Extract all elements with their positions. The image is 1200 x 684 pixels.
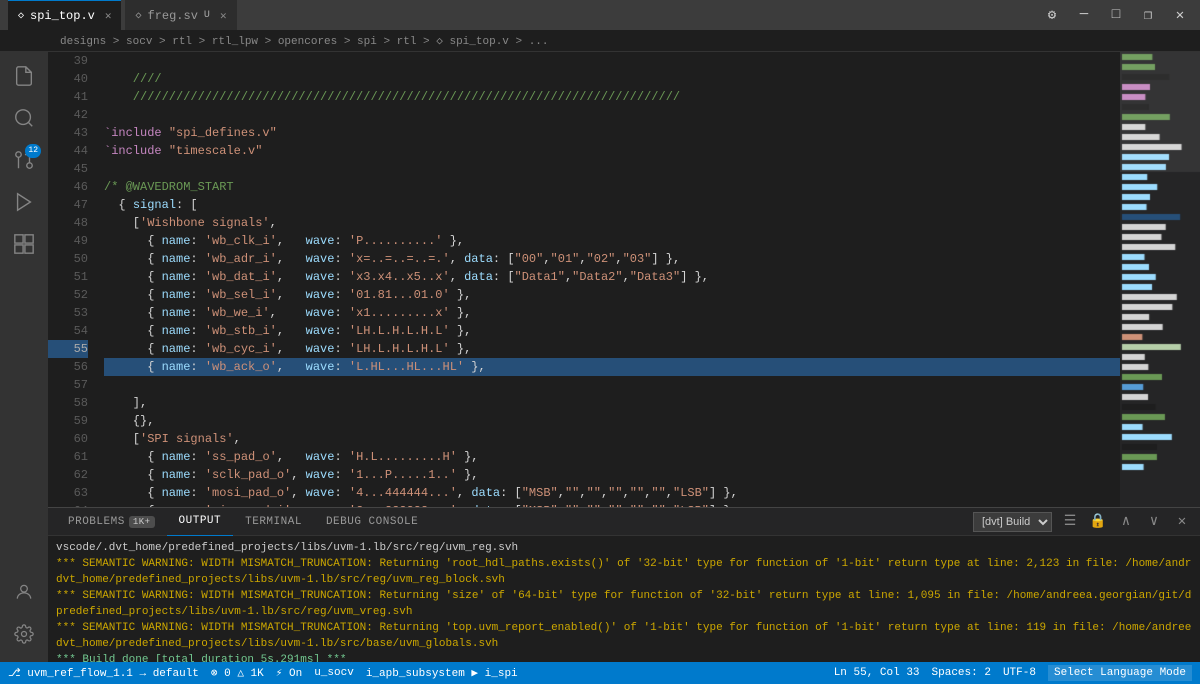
- sidebar-item-search[interactable]: [4, 98, 44, 138]
- status-user[interactable]: u_socv: [314, 667, 354, 679]
- status-bar: ⎇ uvm_ref_flow_1.1 → default ⊗ 0 △ 1K ⚡ …: [0, 662, 1200, 684]
- file-icon: ◇: [135, 10, 141, 22]
- output-line: vscode/.dvt_home/predefined_projects/lib…: [56, 540, 1192, 556]
- title-actions: ⚙ ─ □ ❐ ✕: [1040, 3, 1192, 27]
- bottom-panel: PROBLEMS 1K+ OUTPUT TERMINAL DEBUG CONSO…: [48, 507, 1200, 662]
- breadcrumb-path[interactable]: designs > socv > rtl > rtl_lpw > opencor…: [60, 34, 549, 48]
- tab-spi-top-v[interactable]: ◇ spi_top.v ✕: [8, 0, 121, 30]
- panel-tabs: PROBLEMS 1K+ OUTPUT TERMINAL DEBUG CONSO…: [48, 508, 1200, 536]
- main-area: 12 3940414243 4445464748 4950515253 5455…: [0, 52, 1200, 662]
- accounts-icon[interactable]: [4, 572, 44, 612]
- status-breadcrumb[interactable]: i_apb_subsystem ▶ i_spi: [366, 666, 518, 680]
- titlebar: ◇ spi_top.v ✕ ◇ freg.sv U ✕ ⚙ ─ □ ❐ ✕: [0, 0, 1200, 30]
- status-left: ⎇ uvm_ref_flow_1.1 → default ⊗ 0 △ 1K ⚡ …: [8, 666, 518, 680]
- tab-terminal-label: TERMINAL: [245, 516, 302, 528]
- output-line: predefined_projects/libs/uvm-1.lb/src/re…: [56, 604, 1192, 620]
- sidebar-item-debug[interactable]: [4, 182, 44, 222]
- status-select-language[interactable]: Select Language Mode: [1048, 665, 1192, 681]
- status-errors[interactable]: ⊗ 0 △ 1K: [211, 666, 264, 680]
- tab-output-label: OUTPUT: [179, 515, 222, 527]
- tab-problems-label: PROBLEMS: [68, 516, 125, 528]
- status-position[interactable]: Ln 55, Col 33: [834, 667, 920, 679]
- output-line: dvt_home/predefined_projects/libs/uvm-1.…: [56, 572, 1192, 588]
- tab-freg-sv[interactable]: ◇ freg.sv U ✕: [125, 0, 236, 30]
- restore-icon[interactable]: □: [1104, 3, 1128, 27]
- tab-problems[interactable]: PROBLEMS 1K+: [56, 508, 167, 536]
- status-power[interactable]: ⚡ On: [276, 666, 302, 680]
- code-content[interactable]: //// ///////////////////////////////////…: [96, 52, 1120, 507]
- output-line: *** SEMANTIC WARNING: WIDTH MISMATCH_TRU…: [56, 588, 1192, 604]
- tab-debug-console[interactable]: DEBUG CONSOLE: [314, 508, 430, 536]
- panel-lock-icon[interactable]: 🔒: [1088, 512, 1108, 532]
- sidebar-item-extensions[interactable]: [4, 224, 44, 264]
- code-editor[interactable]: 3940414243 4445464748 4950515253 5455565…: [48, 52, 1200, 507]
- tab-modified-indicator: U: [204, 10, 210, 21]
- file-icon: ◇: [18, 10, 24, 22]
- line-numbers: 3940414243 4445464748 4950515253 5455565…: [48, 52, 96, 507]
- maximize-icon[interactable]: ❐: [1136, 3, 1160, 27]
- minimap: [1120, 52, 1200, 507]
- panel-maximize-icon[interactable]: ∨: [1144, 512, 1164, 532]
- sidebar-item-files[interactable]: [4, 56, 44, 96]
- status-encoding[interactable]: UTF-8: [1003, 667, 1036, 679]
- panel-close-icon[interactable]: ✕: [1172, 512, 1192, 532]
- activity-bottom: [4, 572, 44, 662]
- panel-actions: [dvt] Build ☰ 🔒 ∧ ∨ ✕: [973, 512, 1192, 532]
- build-dropdown[interactable]: [dvt] Build: [973, 512, 1052, 532]
- settings-icon[interactable]: ⚙: [1040, 3, 1064, 27]
- problems-badge: 1K+: [129, 516, 155, 528]
- output-line: *** SEMANTIC WARNING: WIDTH MISMATCH_TRU…: [56, 556, 1192, 572]
- editor-container: 3940414243 4445464748 4950515253 5455565…: [48, 52, 1200, 662]
- panel-layout-icon[interactable]: ☰: [1060, 512, 1080, 532]
- manage-icon[interactable]: [4, 614, 44, 654]
- tab-terminal[interactable]: TERMINAL: [233, 508, 314, 536]
- tab-close[interactable]: ✕: [105, 9, 112, 23]
- sidebar-item-source-control[interactable]: 12: [4, 140, 44, 180]
- status-branch[interactable]: ⎇ uvm_ref_flow_1.1 → default: [8, 666, 199, 680]
- panel-output: vscode/.dvt_home/predefined_projects/lib…: [48, 536, 1200, 662]
- tab-close[interactable]: ✕: [220, 9, 227, 23]
- breadcrumb: designs > socv > rtl > rtl_lpw > opencor…: [0, 30, 1200, 52]
- minimize-icon[interactable]: ─: [1072, 3, 1096, 27]
- close-icon[interactable]: ✕: [1168, 3, 1192, 27]
- tab-debug-console-label: DEBUG CONSOLE: [326, 516, 418, 528]
- output-line: dvt_home/predefined_projects/libs/uvm-1.…: [56, 636, 1192, 652]
- output-build-done: *** Build done [total duration 5s.291ms]…: [56, 652, 1192, 662]
- panel-minimize-icon[interactable]: ∧: [1116, 512, 1136, 532]
- tab-label: freg.sv: [148, 9, 198, 23]
- source-control-badge: 12: [25, 144, 41, 158]
- tab-output[interactable]: OUTPUT: [167, 508, 234, 536]
- activity-bar: 12: [0, 52, 48, 662]
- tab-label: spi_top.v: [30, 9, 95, 23]
- output-line: *** SEMANTIC WARNING: WIDTH MISMATCH_TRU…: [56, 620, 1192, 636]
- status-right: Ln 55, Col 33 Spaces: 2 UTF-8 Select Lan…: [834, 665, 1192, 681]
- status-spaces[interactable]: Spaces: 2: [932, 667, 991, 679]
